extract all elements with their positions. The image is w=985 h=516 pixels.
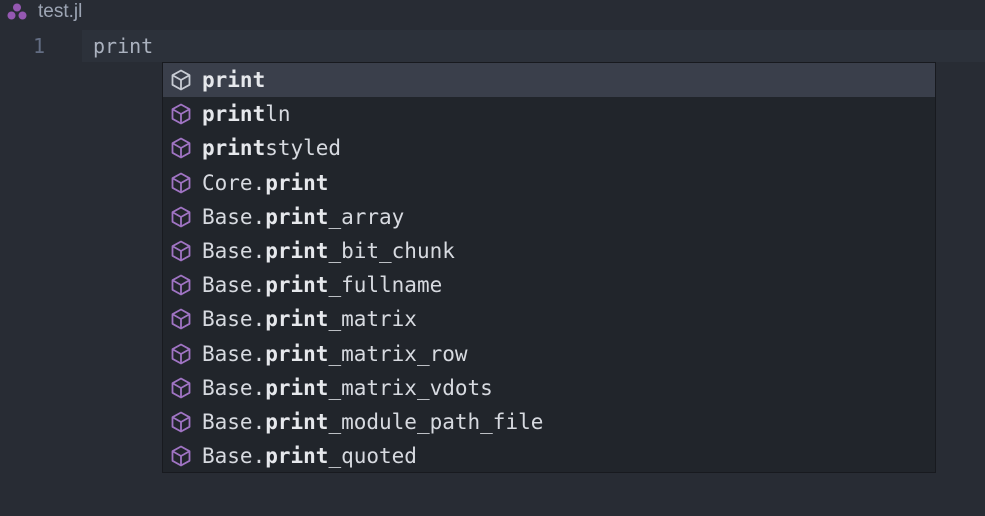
- item-prefix: Base.: [202, 410, 266, 434]
- cube-icon: [171, 377, 191, 399]
- item-prefix: Core.: [202, 170, 266, 195]
- item-match: print: [265, 307, 329, 332]
- item-match: print: [265, 341, 329, 366]
- autocomplete-item[interactable]: Base. print _module_path_file: [163, 405, 935, 439]
- autocomplete-item[interactable]: Base. print _matrix_vdots: [163, 371, 935, 405]
- current-line-highlight: [82, 30, 985, 62]
- tab-bar: test.jl: [0, 0, 985, 24]
- autocomplete-item[interactable]: Base. print _matrix: [163, 302, 935, 336]
- autocomplete-item[interactable]: Base. print _bit_chunk: [163, 234, 935, 268]
- item-prefix: Base.: [202, 239, 266, 263]
- cube-icon: [171, 172, 191, 193]
- cube-icon: [171, 308, 191, 330]
- item-match: print: [265, 170, 329, 195]
- cube-icon: [171, 137, 191, 159]
- cube-icon: [171, 343, 191, 364]
- item-prefix: Base.: [202, 375, 266, 400]
- item-match: print: [265, 410, 329, 434]
- item-suffix: _matrix_row: [328, 341, 468, 366]
- item-prefix: Base.: [202, 204, 266, 229]
- cube-icon: [171, 411, 191, 433]
- item-match: print: [265, 375, 329, 400]
- item-match: print: [265, 239, 329, 263]
- cube-icon: [171, 274, 191, 296]
- autocomplete-item[interactable]: Core. print: [163, 166, 935, 200]
- cube-icon: [171, 69, 191, 91]
- item-prefix: Base.: [202, 307, 266, 332]
- autocomplete-item[interactable]: Base. print _matrix_row: [163, 337, 935, 371]
- item-suffix: ln: [265, 102, 291, 127]
- item-suffix: _module_path_file: [328, 410, 544, 434]
- item-suffix: _bit_chunk: [328, 239, 455, 263]
- item-suffix: _matrix_vdots: [328, 375, 493, 400]
- item-prefix: Base.: [202, 444, 266, 469]
- item-match: print: [202, 136, 266, 161]
- item-match: print: [265, 444, 329, 469]
- autocomplete-item[interactable]: Base. print _array: [163, 200, 935, 234]
- tab-test-jl[interactable]: test.jl: [0, 0, 82, 24]
- item-suffix: _matrix: [328, 307, 417, 332]
- line-number: 1: [32, 34, 46, 58]
- item-prefix: Base.: [202, 341, 266, 366]
- autocomplete-item[interactable]: print: [163, 63, 935, 97]
- autocomplete-item[interactable]: print ln: [163, 97, 935, 131]
- cube-icon: [171, 240, 191, 262]
- item-match: print: [202, 102, 266, 127]
- tab-title: test.jl: [38, 1, 83, 22]
- autocomplete-popup: print print ln print styled Core. print Base. pr…: [162, 62, 936, 473]
- cube-icon: [171, 103, 191, 125]
- item-match: print: [265, 273, 329, 298]
- item-suffix: _fullname: [328, 273, 443, 298]
- autocomplete-item[interactable]: Base. print _fullname: [163, 268, 935, 302]
- item-match: print: [265, 204, 329, 229]
- item-suffix: _array: [328, 204, 405, 229]
- cube-icon: [171, 206, 191, 228]
- item-suffix: _quoted: [328, 444, 417, 469]
- cube-icon: [171, 445, 191, 467]
- item-prefix: Base.: [202, 273, 266, 298]
- autocomplete-item[interactable]: Base. print _quoted: [163, 439, 935, 473]
- julia-dots-icon: [6, 3, 28, 21]
- autocomplete-item[interactable]: print styled: [163, 131, 935, 165]
- code-line[interactable]: print: [93, 30, 153, 62]
- item-match: print: [202, 68, 266, 92]
- item-suffix: styled: [265, 136, 342, 161]
